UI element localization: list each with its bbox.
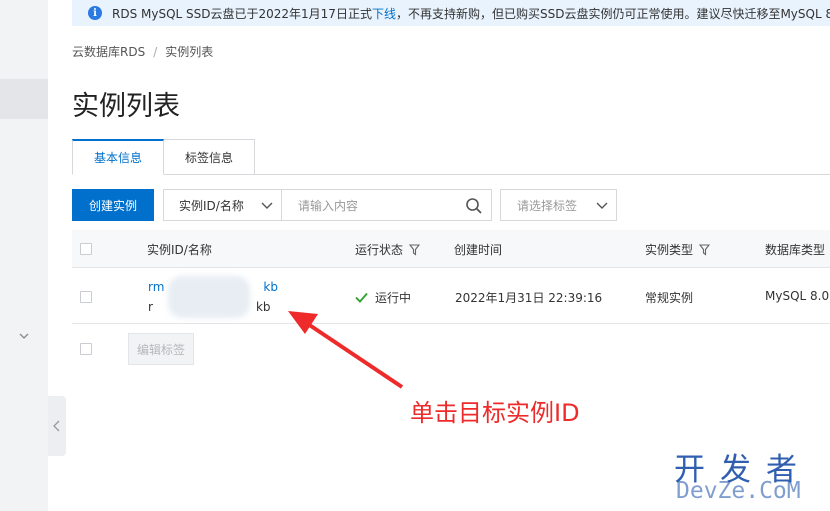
column-engine: 数据库类型: [765, 243, 826, 257]
watermark-url: DevZe.CoM: [676, 478, 801, 504]
row-checkbox[interactable]: [80, 291, 92, 303]
breadcrumb: 云数据库RDS / 实例列表: [72, 43, 213, 60]
tab-basic-info[interactable]: 基本信息: [72, 139, 165, 175]
redacted-blur: [168, 276, 250, 318]
sidebar-collapse-handle[interactable]: [48, 396, 66, 456]
column-status: 运行状态: [355, 241, 421, 258]
column-id-name: 实例ID/名称: [147, 243, 212, 257]
search-input[interactable]: 请输入内容: [281, 189, 492, 221]
annotation-text: 单击目标实例ID: [410, 399, 580, 427]
filter-icon[interactable]: [699, 243, 711, 256]
search-field-select[interactable]: 实例ID/名称: [163, 189, 282, 221]
breadcrumb-separator: /: [153, 45, 158, 59]
search-placeholder: 请输入内容: [298, 198, 359, 213]
column-created: 创建时间: [454, 243, 503, 257]
breadcrumb-root[interactable]: 云数据库RDS: [72, 45, 145, 59]
chevron-down-icon: [261, 202, 273, 209]
footer-select-all-checkbox[interactable]: [80, 343, 92, 355]
status-badge: 运行中: [355, 289, 411, 306]
chevron-left-icon: [53, 420, 60, 432]
tag-select[interactable]: 请选择标签: [500, 189, 617, 221]
table-row: rm kb r kb 运行中 2022年1月31日 22:39:16 常规实例 My…: [72, 268, 830, 324]
search-field-select-value: 实例ID/名称: [179, 198, 244, 213]
notice-banner: i RDS MySQL SSD云盘已于2022年1月17日正式下线，不再支持新购…: [72, 0, 830, 26]
create-instance-button[interactable]: 创建实例: [72, 189, 154, 221]
instance-type: 常规实例: [645, 291, 694, 305]
edit-tags-button: 编辑标签: [128, 333, 194, 365]
chevron-down-icon: [596, 202, 608, 209]
search-icon[interactable]: [465, 197, 483, 215]
check-icon: [355, 292, 368, 303]
tag-select-placeholder: 请选择标签: [517, 198, 578, 213]
column-type: 实例类型: [645, 241, 711, 258]
chevron-down-icon[interactable]: [19, 331, 29, 341]
info-icon: i: [88, 6, 102, 20]
notice-text: RDS MySQL SSD云盘已于2022年1月17日正式下线，不再支持新购，但…: [112, 6, 830, 21]
database-engine: MySQL 8.0: [765, 289, 830, 303]
filter-icon[interactable]: [409, 243, 421, 256]
left-sidebar: [0, 0, 48, 511]
select-all-checkbox[interactable]: [80, 243, 92, 255]
table-header: 实例ID/名称 运行状态 创建时间 实例类型 数据库类型: [72, 230, 830, 268]
notice-link[interactable]: 下线: [372, 7, 396, 21]
tab-bar: 基本信息 标签信息: [72, 139, 256, 175]
sidebar-selected-item[interactable]: [0, 79, 48, 119]
page-title: 实例列表: [72, 91, 180, 122]
tab-tag-info[interactable]: 标签信息: [164, 139, 256, 175]
created-time: 2022年1月31日 22:39:16: [455, 291, 603, 305]
breadcrumb-current: 实例列表: [165, 45, 214, 59]
